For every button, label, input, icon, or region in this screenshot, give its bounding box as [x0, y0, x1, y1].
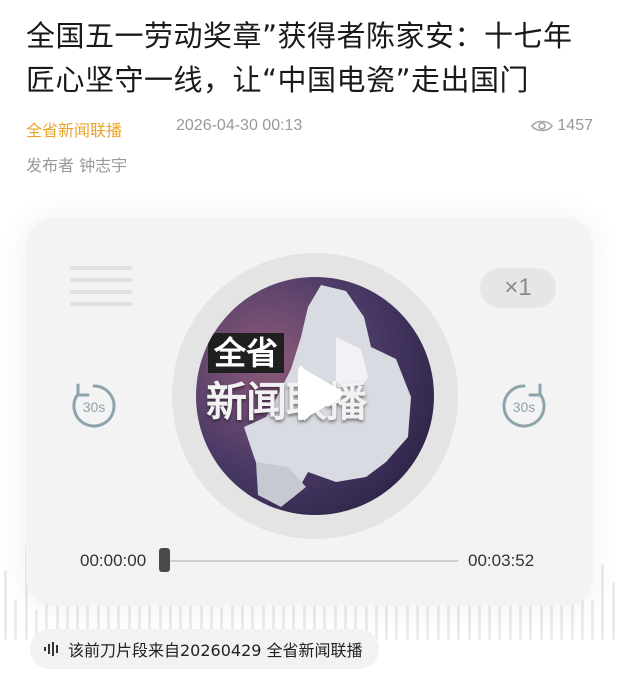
- cover-label-top: 全省: [208, 333, 285, 373]
- current-time: 00:00:00: [80, 551, 147, 570]
- publish-time: 2026-04-30 00:13: [176, 117, 303, 134]
- playlist-icon[interactable]: [70, 264, 132, 308]
- source-link[interactable]: 全省新闻联播: [26, 117, 122, 141]
- skip-forward-label: 30s: [513, 399, 536, 415]
- waveform-bar: [591, 600, 595, 640]
- waveform-bar: [611, 582, 615, 640]
- publisher: 发布者 钟志宇: [26, 156, 128, 175]
- article-title: 全国五一劳动奖章”获得者陈家安：十七年匠心坚守一线，让“中国电瓷”走出国门: [26, 19, 573, 97]
- progress-track[interactable]: [162, 560, 458, 562]
- rewind-30-icon[interactable]: 30s: [68, 380, 120, 432]
- forward-30-icon[interactable]: 30s: [498, 380, 550, 432]
- waveform-bar: [14, 600, 18, 640]
- article-meta: 全省新闻联播 2026-04-30 00:13 1457: [26, 117, 593, 141]
- skip-back-label: 30s: [83, 399, 106, 415]
- view-count: 1457: [531, 117, 593, 135]
- waveform-bar: [601, 564, 605, 640]
- waveform-bar: [426, 602, 430, 640]
- speed-button[interactable]: ×1: [480, 268, 556, 308]
- progress-thumb[interactable]: [159, 548, 170, 572]
- play-icon[interactable]: [296, 362, 344, 426]
- waveform-bar: [4, 570, 7, 640]
- clip-source-text: 该前刀片段来自20260429 全省新闻联播: [68, 641, 363, 660]
- eye-icon: [531, 120, 554, 132]
- waveform-bar: [539, 604, 543, 640]
- view-count-value: 1457: [557, 117, 593, 134]
- clip-source-note: 该前刀片段来自20260429 全省新闻联播: [30, 629, 379, 669]
- audio-wave-icon: [44, 642, 58, 656]
- total-time: 00:03:52: [468, 551, 535, 570]
